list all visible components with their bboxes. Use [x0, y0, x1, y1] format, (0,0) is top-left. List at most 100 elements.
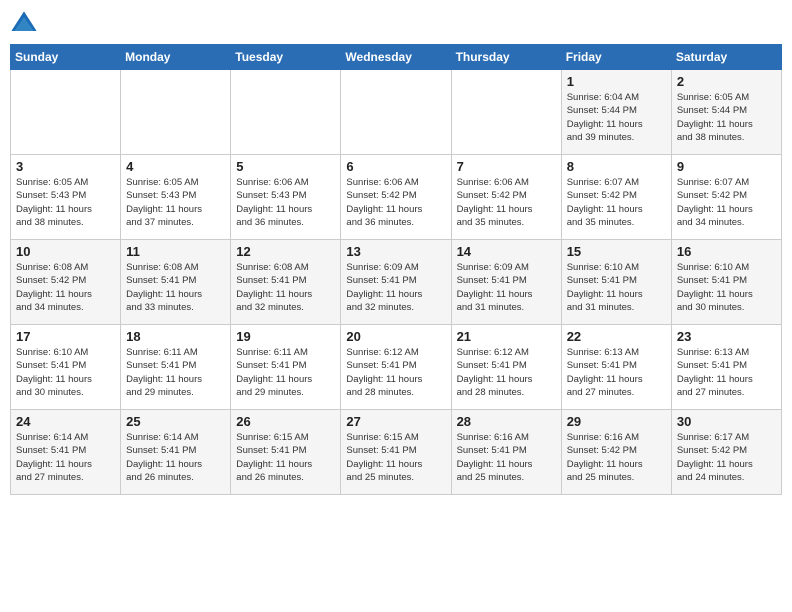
- day-number: 21: [457, 329, 556, 344]
- day-number: 29: [567, 414, 666, 429]
- day-number: 17: [16, 329, 115, 344]
- calendar-cell: 14 Sunrise: 6:09 AM Sunset: 5:41 PM Dayli…: [451, 240, 561, 325]
- day-info: Sunrise: 6:17 AM Sunset: 5:42 PM Dayligh…: [677, 431, 776, 484]
- day-number: 23: [677, 329, 776, 344]
- calendar-cell: 3 Sunrise: 6:05 AM Sunset: 5:43 PM Daylig…: [11, 155, 121, 240]
- calendar-cell: 7 Sunrise: 6:06 AM Sunset: 5:42 PM Daylig…: [451, 155, 561, 240]
- day-info: Sunrise: 6:04 AM Sunset: 5:44 PM Dayligh…: [567, 91, 666, 144]
- calendar-cell: 24 Sunrise: 6:14 AM Sunset: 5:41 PM Dayli…: [11, 410, 121, 495]
- day-number: 6: [346, 159, 445, 174]
- calendar-cell: 25 Sunrise: 6:14 AM Sunset: 5:41 PM Dayli…: [121, 410, 231, 495]
- calendar-cell: 9 Sunrise: 6:07 AM Sunset: 5:42 PM Daylig…: [671, 155, 781, 240]
- day-info: Sunrise: 6:16 AM Sunset: 5:41 PM Dayligh…: [457, 431, 556, 484]
- day-number: 9: [677, 159, 776, 174]
- calendar-body: 1 Sunrise: 6:04 AM Sunset: 5:44 PM Daylig…: [11, 70, 782, 495]
- calendar-week-3: 17 Sunrise: 6:10 AM Sunset: 5:41 PM Dayli…: [11, 325, 782, 410]
- day-info: Sunrise: 6:05 AM Sunset: 5:43 PM Dayligh…: [16, 176, 115, 229]
- day-number: 12: [236, 244, 335, 259]
- day-number: 3: [16, 159, 115, 174]
- calendar-cell: [121, 70, 231, 155]
- calendar-cell: [341, 70, 451, 155]
- day-number: 15: [567, 244, 666, 259]
- col-header-saturday: Saturday: [671, 45, 781, 70]
- day-number: 19: [236, 329, 335, 344]
- day-number: 13: [346, 244, 445, 259]
- day-info: Sunrise: 6:13 AM Sunset: 5:41 PM Dayligh…: [567, 346, 666, 399]
- calendar-week-1: 3 Sunrise: 6:05 AM Sunset: 5:43 PM Daylig…: [11, 155, 782, 240]
- calendar-cell: [451, 70, 561, 155]
- calendar-cell: 12Sunrise: 6:08 AM Sunset: 5:41 PM Dayli…: [231, 240, 341, 325]
- calendar-cell: 17 Sunrise: 6:10 AM Sunset: 5:41 PM Dayli…: [11, 325, 121, 410]
- day-info: Sunrise: 6:06 AM Sunset: 5:43 PM Dayligh…: [236, 176, 335, 229]
- calendar-table: SundayMondayTuesdayWednesdayThursdayFrid…: [10, 44, 782, 495]
- col-header-monday: Monday: [121, 45, 231, 70]
- day-info: Sunrise: 6:16 AM Sunset: 5:42 PM Dayligh…: [567, 431, 666, 484]
- day-info: Sunrise: 6:06 AM Sunset: 5:42 PM Dayligh…: [457, 176, 556, 229]
- day-number: 28: [457, 414, 556, 429]
- col-header-friday: Friday: [561, 45, 671, 70]
- header-row: SundayMondayTuesdayWednesdayThursdayFrid…: [11, 45, 782, 70]
- day-info: Sunrise: 6:15 AM Sunset: 5:41 PM Dayligh…: [236, 431, 335, 484]
- day-info: Sunrise: 6:09 AM Sunset: 5:41 PM Dayligh…: [346, 261, 445, 314]
- day-info: Sunrise: 6:12 AM Sunset: 5:41 PM Dayligh…: [457, 346, 556, 399]
- day-info: Sunrise: 6:07 AM Sunset: 5:42 PM Dayligh…: [567, 176, 666, 229]
- calendar-cell: 13 Sunrise: 6:09 AM Sunset: 5:41 PM Dayli…: [341, 240, 451, 325]
- day-number: 10: [16, 244, 115, 259]
- calendar-cell: 1 Sunrise: 6:04 AM Sunset: 5:44 PM Daylig…: [561, 70, 671, 155]
- calendar-cell: 10Sunrise: 6:08 AM Sunset: 5:42 PM Dayli…: [11, 240, 121, 325]
- day-number: 25: [126, 414, 225, 429]
- day-info: Sunrise: 6:11 AM Sunset: 5:41 PM Dayligh…: [236, 346, 335, 399]
- calendar-cell: 16Sunrise: 6:10 AM Sunset: 5:41 PM Dayli…: [671, 240, 781, 325]
- day-number: 18: [126, 329, 225, 344]
- day-number: 26: [236, 414, 335, 429]
- day-info: Sunrise: 6:14 AM Sunset: 5:41 PM Dayligh…: [16, 431, 115, 484]
- day-number: 1: [567, 74, 666, 89]
- calendar-header: SundayMondayTuesdayWednesdayThursdayFrid…: [11, 45, 782, 70]
- calendar-cell: 27 Sunrise: 6:15 AM Sunset: 5:41 PM Dayli…: [341, 410, 451, 495]
- day-number: 2: [677, 74, 776, 89]
- calendar-cell: 23 Sunrise: 6:13 AM Sunset: 5:41 PM Dayli…: [671, 325, 781, 410]
- col-header-thursday: Thursday: [451, 45, 561, 70]
- calendar-cell: 5 Sunrise: 6:06 AM Sunset: 5:43 PM Daylig…: [231, 155, 341, 240]
- day-number: 27: [346, 414, 445, 429]
- calendar-cell: 11Sunrise: 6:08 AM Sunset: 5:41 PM Dayli…: [121, 240, 231, 325]
- calendar-cell: [231, 70, 341, 155]
- day-number: 5: [236, 159, 335, 174]
- day-number: 14: [457, 244, 556, 259]
- calendar-cell: 20 Sunrise: 6:12 AM Sunset: 5:41 PM Dayli…: [341, 325, 451, 410]
- day-number: 4: [126, 159, 225, 174]
- calendar-week-4: 24 Sunrise: 6:14 AM Sunset: 5:41 PM Dayli…: [11, 410, 782, 495]
- col-header-wednesday: Wednesday: [341, 45, 451, 70]
- day-number: 16: [677, 244, 776, 259]
- calendar-cell: 21 Sunrise: 6:12 AM Sunset: 5:41 PM Dayli…: [451, 325, 561, 410]
- calendar-cell: 4 Sunrise: 6:05 AM Sunset: 5:43 PM Daylig…: [121, 155, 231, 240]
- day-number: 7: [457, 159, 556, 174]
- calendar-cell: 22 Sunrise: 6:13 AM Sunset: 5:41 PM Dayli…: [561, 325, 671, 410]
- logo-icon: [10, 10, 38, 38]
- day-info: Sunrise: 6:13 AM Sunset: 5:41 PM Dayligh…: [677, 346, 776, 399]
- calendar-cell: 26 Sunrise: 6:15 AM Sunset: 5:41 PM Dayli…: [231, 410, 341, 495]
- calendar-week-2: 10Sunrise: 6:08 AM Sunset: 5:42 PM Dayli…: [11, 240, 782, 325]
- day-number: 20: [346, 329, 445, 344]
- calendar-cell: 2 Sunrise: 6:05 AM Sunset: 5:44 PM Daylig…: [671, 70, 781, 155]
- calendar-cell: [11, 70, 121, 155]
- day-info: Sunrise: 6:11 AM Sunset: 5:41 PM Dayligh…: [126, 346, 225, 399]
- day-number: 22: [567, 329, 666, 344]
- calendar-cell: 30 Sunrise: 6:17 AM Sunset: 5:42 PM Dayli…: [671, 410, 781, 495]
- day-info: Sunrise: 6:10 AM Sunset: 5:41 PM Dayligh…: [567, 261, 666, 314]
- day-info: Sunrise: 6:15 AM Sunset: 5:41 PM Dayligh…: [346, 431, 445, 484]
- calendar-cell: 28 Sunrise: 6:16 AM Sunset: 5:41 PM Dayli…: [451, 410, 561, 495]
- day-info: Sunrise: 6:12 AM Sunset: 5:41 PM Dayligh…: [346, 346, 445, 399]
- day-number: 30: [677, 414, 776, 429]
- day-info: Sunrise: 6:14 AM Sunset: 5:41 PM Dayligh…: [126, 431, 225, 484]
- calendar-cell: 15 Sunrise: 6:10 AM Sunset: 5:41 PM Dayli…: [561, 240, 671, 325]
- day-info: Sunrise: 6:09 AM Sunset: 5:41 PM Dayligh…: [457, 261, 556, 314]
- calendar-week-0: 1 Sunrise: 6:04 AM Sunset: 5:44 PM Daylig…: [11, 70, 782, 155]
- day-info: Sunrise: 6:05 AM Sunset: 5:44 PM Dayligh…: [677, 91, 776, 144]
- calendar-cell: 19 Sunrise: 6:11 AM Sunset: 5:41 PM Dayli…: [231, 325, 341, 410]
- day-info: Sunrise: 6:07 AM Sunset: 5:42 PM Dayligh…: [677, 176, 776, 229]
- day-info: Sunrise: 6:08 AM Sunset: 5:41 PM Dayligh…: [126, 261, 225, 314]
- day-info: Sunrise: 6:10 AM Sunset: 5:41 PM Dayligh…: [16, 346, 115, 399]
- day-number: 24: [16, 414, 115, 429]
- day-info: Sunrise: 6:05 AM Sunset: 5:43 PM Dayligh…: [126, 176, 225, 229]
